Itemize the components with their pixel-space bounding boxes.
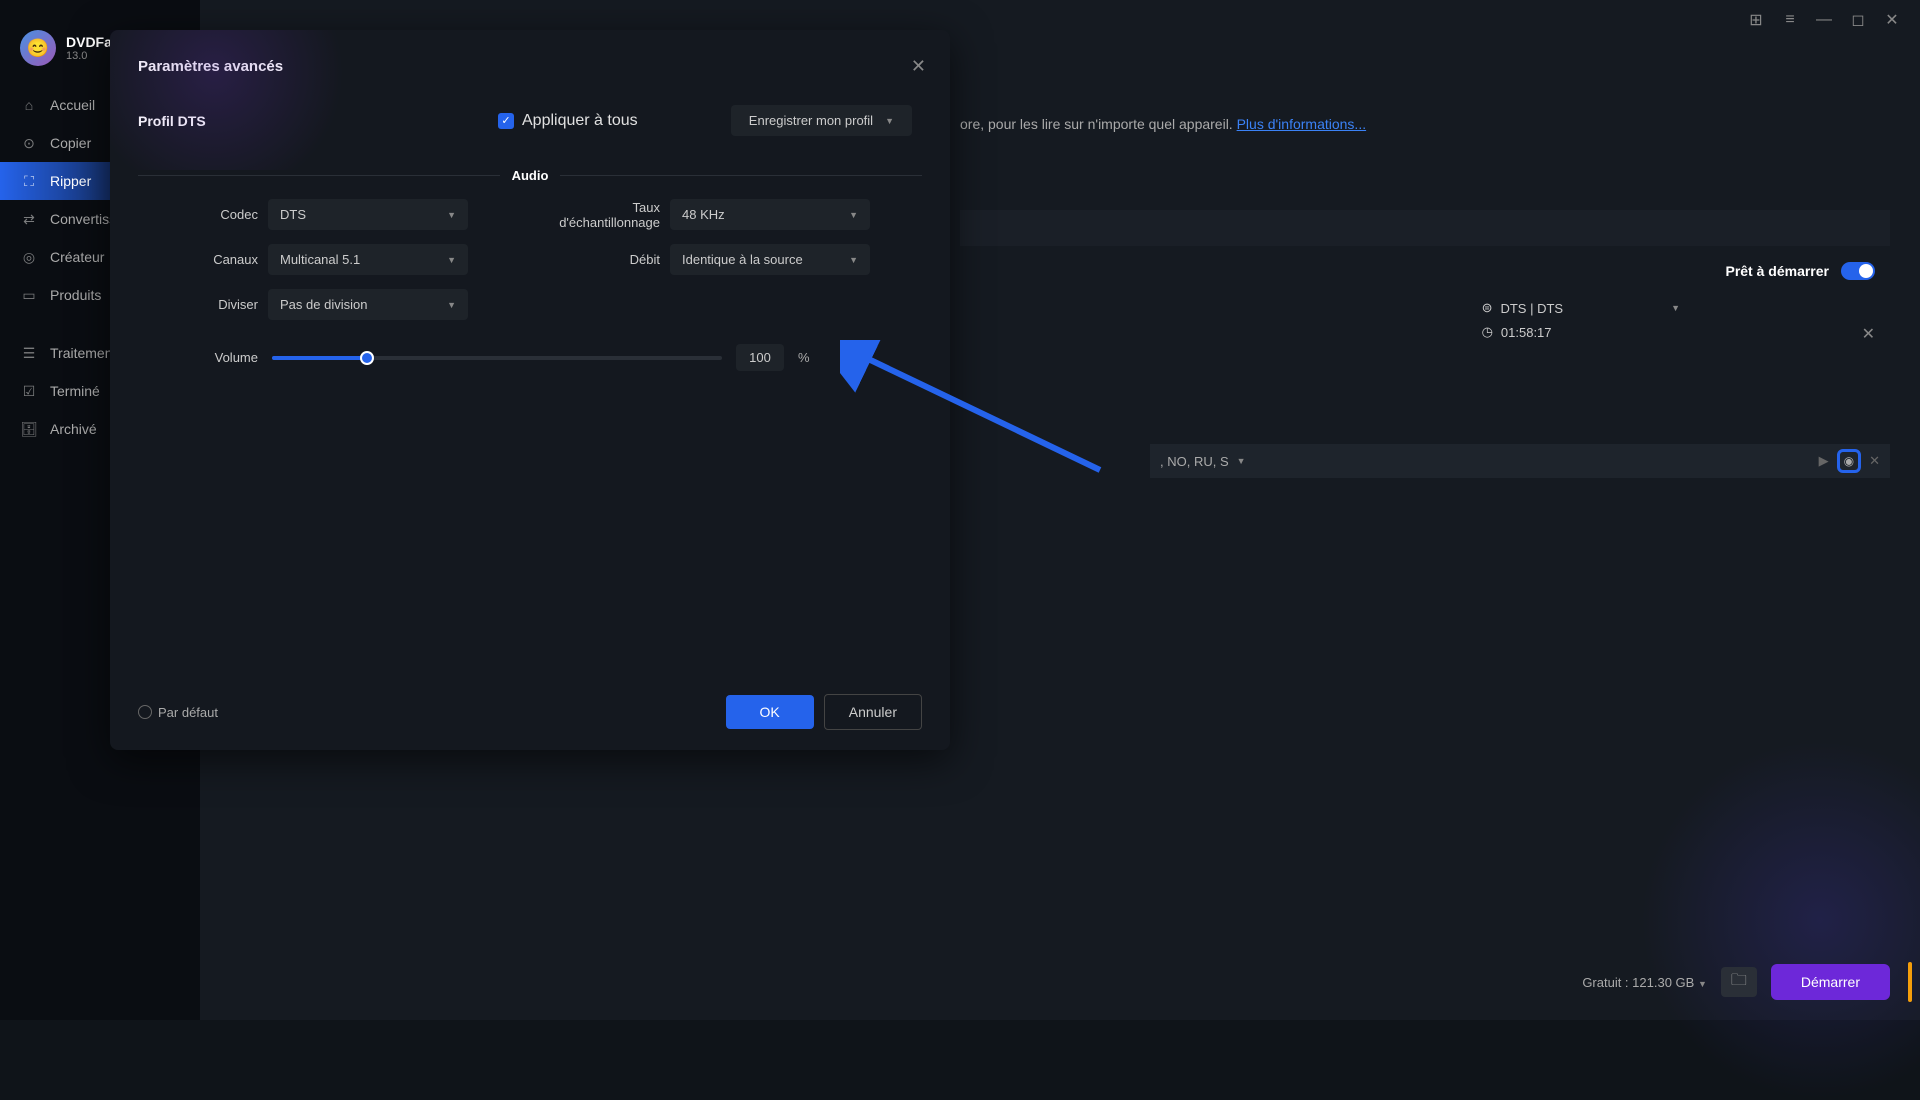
- default-label: Par défaut: [158, 705, 218, 720]
- maximize-icon[interactable]: ◻: [1850, 12, 1866, 28]
- hint-suffix: ore, pour les lire sur n'importe quel ap…: [960, 116, 1237, 132]
- apply-all-label: Appliquer à tous: [522, 112, 638, 130]
- volume-slider[interactable]: [272, 356, 722, 360]
- chevron-down-icon: ▼: [885, 116, 894, 126]
- samplerate-dropdown[interactable]: 48 KHz ▼: [670, 199, 870, 230]
- item-info: ⊜ DTS | DTS ▼ ◷ 01:58:17: [1482, 300, 1680, 340]
- volume-unit: %: [798, 350, 810, 365]
- chevron-down-icon[interactable]: ▼: [1671, 303, 1680, 313]
- hint-text: ore, pour les lire sur n'importe quel ap…: [960, 116, 1366, 132]
- convert-icon: ⇄: [20, 210, 38, 228]
- ripper-icon: ⛶: [20, 172, 38, 190]
- cancel-button[interactable]: Annuler: [824, 694, 922, 730]
- sidebar-item-label: Accueil: [50, 97, 95, 113]
- channels-dropdown[interactable]: Multicanal 5.1 ▼: [268, 244, 468, 275]
- source-bar: [960, 210, 1890, 246]
- samplerate-label: Taux d'échantillonnage: [540, 200, 660, 230]
- profile-label: Profil DTS: [138, 113, 258, 129]
- audio-section-header: Audio: [110, 160, 950, 199]
- split-value: Pas de division: [280, 297, 367, 312]
- volume-label: Volume: [138, 350, 258, 365]
- sidebar-item-label: Traitement: [50, 345, 116, 361]
- channels-value: Multicanal 5.1: [280, 252, 360, 267]
- gift-icon[interactable]: ⊞: [1748, 12, 1764, 28]
- default-radio[interactable]: Par défaut: [138, 705, 218, 720]
- radio-unchecked-icon: [138, 705, 152, 719]
- codec-value: DTS: [280, 207, 306, 222]
- subtitle-row: , NO, RU, S ▼ ▶ ◉ ✕: [1150, 444, 1890, 478]
- output-folder-button[interactable]: 🗀: [1721, 967, 1757, 997]
- chevron-down-icon: ▼: [849, 210, 858, 220]
- clock-icon: ◷: [1482, 324, 1493, 340]
- advanced-settings-modal: Paramètres avancés ✕ Profil DTS ✓ Appliq…: [110, 30, 950, 750]
- more-info-link[interactable]: Plus d'informations...: [1237, 116, 1367, 132]
- products-icon: ▭: [20, 286, 38, 304]
- channels-label: Canaux: [138, 252, 258, 267]
- chevron-down-icon: ▼: [849, 255, 858, 265]
- subtitle-edit-button[interactable]: ◉: [1837, 449, 1861, 473]
- volume-row: Volume %: [110, 320, 950, 371]
- samplerate-value: 48 KHz: [682, 207, 725, 222]
- start-button[interactable]: Démarrer: [1771, 964, 1890, 1000]
- chevron-down-icon: ▼: [447, 255, 456, 265]
- chevron-down-icon[interactable]: ▼: [1237, 456, 1246, 466]
- close-window-icon[interactable]: ✕: [1884, 12, 1900, 28]
- sidebar-item-label: Ripper: [50, 173, 91, 189]
- audio-form: Codec DTS ▼ Taux d'échantillonnage 48 KH…: [110, 199, 950, 320]
- bitrate-dropdown[interactable]: Identique à la source ▼: [670, 244, 870, 275]
- section-title: Audio: [512, 168, 549, 183]
- save-profile-dropdown[interactable]: Enregistrer mon profil ▼: [731, 105, 912, 136]
- ready-toggle[interactable]: [1841, 262, 1875, 280]
- audio-codec-icon: ⊜: [1482, 300, 1493, 316]
- minimize-icon[interactable]: —: [1816, 12, 1832, 28]
- remove-item-icon[interactable]: ✕: [1862, 324, 1875, 344]
- save-profile-label: Enregistrer mon profil: [749, 113, 873, 128]
- split-dropdown[interactable]: Pas de division ▼: [268, 289, 468, 320]
- copy-icon: ⊙: [20, 134, 38, 152]
- codec-label: Codec: [138, 207, 258, 222]
- close-icon[interactable]: ✕: [911, 56, 926, 77]
- side-indicator: [1908, 962, 1912, 1002]
- ready-label: Prêt à démarrer: [1725, 263, 1829, 279]
- codec-dropdown[interactable]: DTS ▼: [268, 199, 468, 230]
- done-icon: ☑: [20, 382, 38, 400]
- profile-row: Profil DTS ✓ Appliquer à tous Enregistre…: [110, 95, 950, 160]
- free-space[interactable]: Gratuit : 121.30 GB ▼: [1582, 975, 1707, 990]
- bottom-bar: Gratuit : 121.30 GB ▼ 🗀 Démarrer: [1582, 964, 1890, 1000]
- app-logo-icon: 😊: [20, 30, 56, 66]
- archive-icon: 🗄: [20, 420, 38, 438]
- checkbox-checked-icon: ✓: [498, 113, 514, 129]
- apply-all-checkbox[interactable]: ✓ Appliquer à tous: [498, 112, 638, 130]
- bitrate-value: Identique à la source: [682, 252, 803, 267]
- volume-input[interactable]: [736, 344, 784, 371]
- subtitle-langs: , NO, RU, S: [1160, 454, 1229, 469]
- titlebar: ⊞ ≡ — ◻ ✕: [1728, 0, 1920, 40]
- modal-footer: Par défaut OK Annuler: [110, 694, 950, 730]
- home-icon: ⌂: [20, 96, 38, 114]
- sidebar-item-label: Terminé: [50, 383, 100, 399]
- slider-thumb[interactable]: [360, 351, 374, 365]
- remove-subtitle-icon[interactable]: ✕: [1869, 453, 1880, 469]
- sidebar-item-label: Archivé: [50, 421, 97, 437]
- bitrate-label: Débit: [540, 252, 660, 267]
- sidebar-item-label: Copier: [50, 135, 91, 151]
- chevron-down-icon: ▼: [447, 210, 456, 220]
- menu-icon[interactable]: ≡: [1782, 12, 1798, 28]
- split-label: Diviser: [138, 297, 258, 312]
- folder-icon: 🗀: [1731, 969, 1747, 996]
- ok-button[interactable]: OK: [726, 695, 814, 729]
- modal-title: Paramètres avancés: [110, 58, 950, 95]
- duration: 01:58:17: [1501, 325, 1552, 340]
- chevron-down-icon: ▼: [447, 300, 456, 310]
- creator-icon: ◎: [20, 248, 38, 266]
- processing-icon: ☰: [20, 344, 38, 362]
- audio-track[interactable]: DTS | DTS: [1500, 301, 1563, 316]
- ready-row: Prêt à démarrer: [960, 256, 1890, 286]
- play-icon[interactable]: ▶: [1819, 453, 1829, 469]
- sidebar-item-label: Produits: [50, 287, 101, 303]
- subtitle-edit-icon: ◉: [1844, 454, 1854, 468]
- sidebar-item-label: Créateur: [50, 249, 104, 265]
